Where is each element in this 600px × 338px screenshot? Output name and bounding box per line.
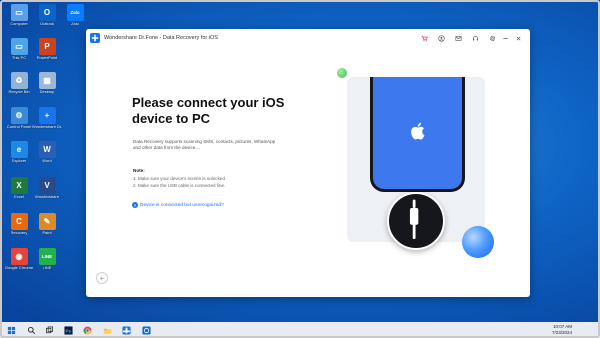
minimize-button[interactable] (501, 34, 510, 43)
taskbar: Ps 10:07 AM 7/23/2024 (0, 322, 600, 338)
note-item-cable: 2. Make sure the USB cable is connected … (133, 183, 226, 188)
desktop-icon-label: Explorer (11, 159, 27, 163)
desktop-icon-label: Wondershare Dr.Fone (32, 125, 62, 129)
drfone-icon[interactable] (121, 325, 131, 335)
desktop-icon-label: Recovery (10, 231, 28, 235)
desktop-icon-glyph: W (38, 141, 56, 158)
desktop-icon-label: LINE (42, 266, 52, 270)
desktop-icon[interactable]: e Explorer (4, 141, 34, 164)
desktop-icon[interactable]: O Outlook (32, 4, 62, 27)
support-icon[interactable] (471, 34, 480, 43)
desktop-icon[interactable]: +Wondershare Dr.Fone (32, 107, 62, 130)
desktop-icon-glyph: ▭ (10, 4, 28, 21)
desktop-icon[interactable]: C Recovery (4, 213, 34, 236)
file-explorer-icon[interactable] (102, 325, 112, 335)
desktop-icon-label: Outlook (40, 22, 54, 26)
drfone-logo-icon (90, 33, 100, 43)
photoshop-icon[interactable]: Ps (63, 325, 73, 335)
decor-green-dot (337, 68, 347, 78)
desktop-icon-glyph: V (38, 177, 56, 194)
desktop-icon-label: Computer (10, 22, 28, 26)
desktop-icon-label: Word (42, 159, 52, 163)
title-bar: Wondershare Dr.Fone - Data Recovery for … (86, 29, 530, 49)
note-item-unlock: 1. Make sure your device's screen is unl… (133, 176, 227, 181)
desktop-icon[interactable]: ✎ Paint (32, 213, 62, 236)
system-clock[interactable]: 10:07 AM 7/23/2024 (552, 324, 572, 335)
note-title: Note: (133, 168, 145, 173)
desktop-icon-glyph: ♻ (10, 72, 28, 89)
chrome-icon[interactable] (82, 325, 92, 335)
desktop-icon-glyph: + (38, 107, 56, 124)
desktop-icon-glyph: O (38, 4, 56, 21)
desktop-icon-label: Zalo (71, 22, 79, 26)
desktop-icon-label: Google Chrome (4, 266, 34, 270)
desktop-icon[interactable]: ♻ Recycle Bin (4, 72, 34, 95)
desktop-icon-label: Control Panel (6, 125, 32, 129)
desktop-icon-glyph: ▭ (10, 38, 28, 55)
desktop-icon[interactable]: V Wondershare (32, 177, 62, 200)
desktop-icon-glyph: LINE (38, 248, 56, 265)
cart-icon[interactable] (420, 34, 429, 43)
arrow-left-icon (99, 276, 105, 280)
desktop-icon-glyph: ▦ (38, 72, 56, 89)
svg-text:Ps: Ps (65, 328, 71, 333)
desktop-icon-glyph: X (10, 177, 28, 194)
description-text: Data Recovery supports scanning SMS, con… (133, 139, 276, 150)
desktop-icon[interactable]: ◉ Google Chrome (4, 248, 34, 271)
desktop-icon-label: PowerPoint (36, 56, 58, 60)
usb-cable-illustration (387, 192, 445, 250)
decor-blue-orb (462, 226, 494, 258)
start-icon[interactable] (6, 325, 16, 335)
desktop-icon[interactable]: P PowerPoint (32, 38, 62, 61)
window-title: Wondershare Dr.Fone - Data Recovery for … (104, 35, 218, 41)
desktop-icon[interactable]: ▦ Desktop (32, 72, 62, 95)
help-question-icon: ? (132, 202, 138, 208)
mail-icon[interactable] (454, 34, 463, 43)
task-view-icon[interactable] (44, 325, 54, 335)
drfone-window: Wondershare Dr.Fone - Data Recovery for … (86, 29, 530, 297)
desktop-icon[interactable]: ▭ Computer (4, 4, 34, 27)
iphone-illustration (370, 77, 465, 192)
desktop-icon-glyph: ◉ (10, 248, 28, 265)
desktop-icon-label: Paint (42, 231, 52, 235)
desktop-icon[interactable]: X Excel (4, 177, 34, 200)
desktop-icon-glyph: ✎ (38, 213, 56, 230)
desktop-icon-glyph: e (10, 141, 28, 158)
page-title: Please connect your iOS device to PC (132, 95, 285, 126)
apple-logo-icon (411, 122, 425, 140)
desktop-icon[interactable]: W Word (32, 141, 62, 164)
desktop-icon-glyph: ⚙ (10, 107, 28, 124)
settings-icon[interactable] (488, 34, 497, 43)
account-icon[interactable] (437, 34, 446, 43)
desktop-icon-glyph: C (10, 213, 28, 230)
desktop-icon-label: Wondershare (35, 195, 59, 199)
close-button[interactable] (514, 34, 523, 43)
connect-panel: Please connect your iOS device to PC Dat… (86, 49, 530, 297)
desktop-icon[interactable]: ▭ This PC (4, 38, 34, 61)
back-button[interactable] (96, 272, 108, 284)
app-icon[interactable] (141, 325, 151, 335)
desktop-icon-glyph: Zalo (66, 4, 84, 21)
desktop-icon-label: This PC (11, 56, 27, 60)
desktop-icon[interactable]: LINE LINE (32, 248, 62, 271)
unrecognized-device-link[interactable]: ? Device is connected but unrecognized? (132, 202, 224, 208)
search-icon[interactable] (26, 325, 36, 335)
desktop-icon[interactable]: Zalo Zalo (60, 4, 90, 27)
desktop-icon-glyph: P (38, 38, 56, 55)
desktop-icon[interactable]: ⚙ Control Panel (4, 107, 34, 130)
desktop: ▭ Computer O Outlook Zalo Zalo ▭ This PC P PowerP… (0, 0, 600, 322)
desktop-icon-label: Excel (14, 195, 24, 199)
desktop-icon-label: Recycle Bin (8, 90, 30, 94)
desktop-icon-label: Desktop (39, 90, 55, 94)
